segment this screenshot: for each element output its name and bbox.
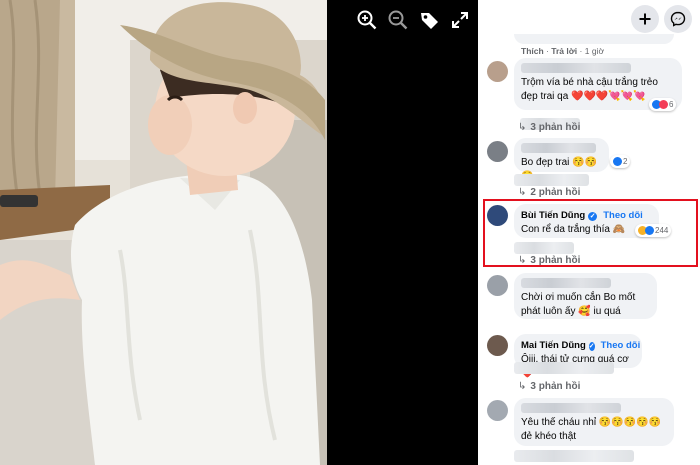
avatar[interactable] [487,61,508,82]
blurred-text [514,174,589,186]
fullscreen-icon[interactable] [449,9,471,31]
author-name-blurred[interactable] [521,63,631,73]
reply-arrow-icon: ↳ [518,187,527,198]
author-name[interactable]: Bùi Tiến Dũng [521,209,585,223]
comment-text: Yêu thế cháu nhỉ 😚😚😚😚😚 đẻ khéo thật [521,417,662,442]
reaction-number: 244 [655,226,669,235]
author-name-blurred[interactable] [521,143,596,153]
replies-label: 3 phản hồi [530,255,581,266]
replies-label: 2 phản hồi [530,187,581,198]
comment-bubble: Chời ơi muốn cắn Bo mốt phát luôn ấy 🥰 i… [514,273,657,319]
reaction-count[interactable]: 6 [649,98,677,111]
messenger-button[interactable] [664,5,692,33]
avatar[interactable] [487,400,508,421]
blurred-text [514,362,614,374]
avatar[interactable] [487,275,508,296]
verified-badge-icon: ✓ [588,341,595,351]
plus-icon [639,13,651,25]
author-name[interactable]: Mai Tiến Dũng [521,339,586,353]
view-replies-link[interactable]: ↳ 3 phản hồi [518,122,580,133]
reaction-number: 2 [623,157,628,166]
verified-badge-icon: ✓ [588,211,598,221]
view-replies-link[interactable]: ↳ 3 phản hồi [518,255,580,266]
like-link[interactable]: Thích [521,46,544,56]
panel-header [478,0,700,34]
comment-text: Con rể da trắng thía 🙈 [521,224,626,235]
avatar[interactable] [487,205,508,226]
comments-panel: Thích · Trả lời · 1 giờ Trộm vía bé nhà … [478,0,700,465]
comment-author: Bùi Tiến Dũng ✓ Theo dõi [521,209,651,223]
comment-meta-row: Thích · Trả lời · 1 giờ [521,46,604,56]
avatar[interactable] [487,335,508,356]
reaction-count[interactable]: 2 [610,155,631,168]
meta-separator: · [579,46,583,56]
viewer-background [327,0,478,465]
comment-author: Mai Tiến Dũng ✓ Theo dõi [521,339,640,353]
messenger-icon [670,11,686,27]
comment-time: 1 giờ [584,46,605,56]
comment-text: Chời ơi muốn cắn Bo mốt phát luôn ấy 🥰 i… [521,292,636,317]
post-photo [0,0,327,465]
tag-icon[interactable] [418,9,440,31]
avatar[interactable] [487,141,508,162]
zoom-out-icon[interactable] [387,9,409,31]
reply-arrow-icon: ↳ [518,255,527,266]
reply-arrow-icon: ↳ [518,122,527,133]
reaction-count[interactable]: 244 [635,224,672,237]
meta-separator: · [546,46,549,56]
create-button[interactable] [631,5,659,33]
child-photo-illustration [0,0,327,465]
comment-bubble: Bo đẹp trai 😚😚😚 [514,138,609,182]
view-replies-link[interactable]: ↳ 3 phản hồi [518,381,580,392]
follow-button[interactable]: Theo dõi [601,339,641,353]
reaction-number: 6 [669,100,674,109]
like-reaction-icon [613,157,622,166]
zoom-in-icon[interactable] [356,9,378,31]
reply-arrow-icon: ↳ [518,381,527,392]
replies-label: 3 phản hồi [530,122,581,133]
author-name-blurred[interactable] [521,278,611,288]
love-reaction-icon [659,100,668,109]
follow-button[interactable]: Theo dõi [603,209,643,223]
replies-label: 3 phản hồi [530,381,581,392]
blurred-text [514,242,574,254]
like-reaction-icon [645,226,654,235]
comment-bubble: Yêu thế cháu nhỉ 😚😚😚😚😚 đẻ khéo thật [514,398,674,446]
blurred-text [514,450,634,462]
reply-link[interactable]: Trả lời [551,46,577,56]
author-name-blurred[interactable] [521,403,621,413]
view-replies-link[interactable]: ↳ 2 phản hồi [518,187,580,198]
